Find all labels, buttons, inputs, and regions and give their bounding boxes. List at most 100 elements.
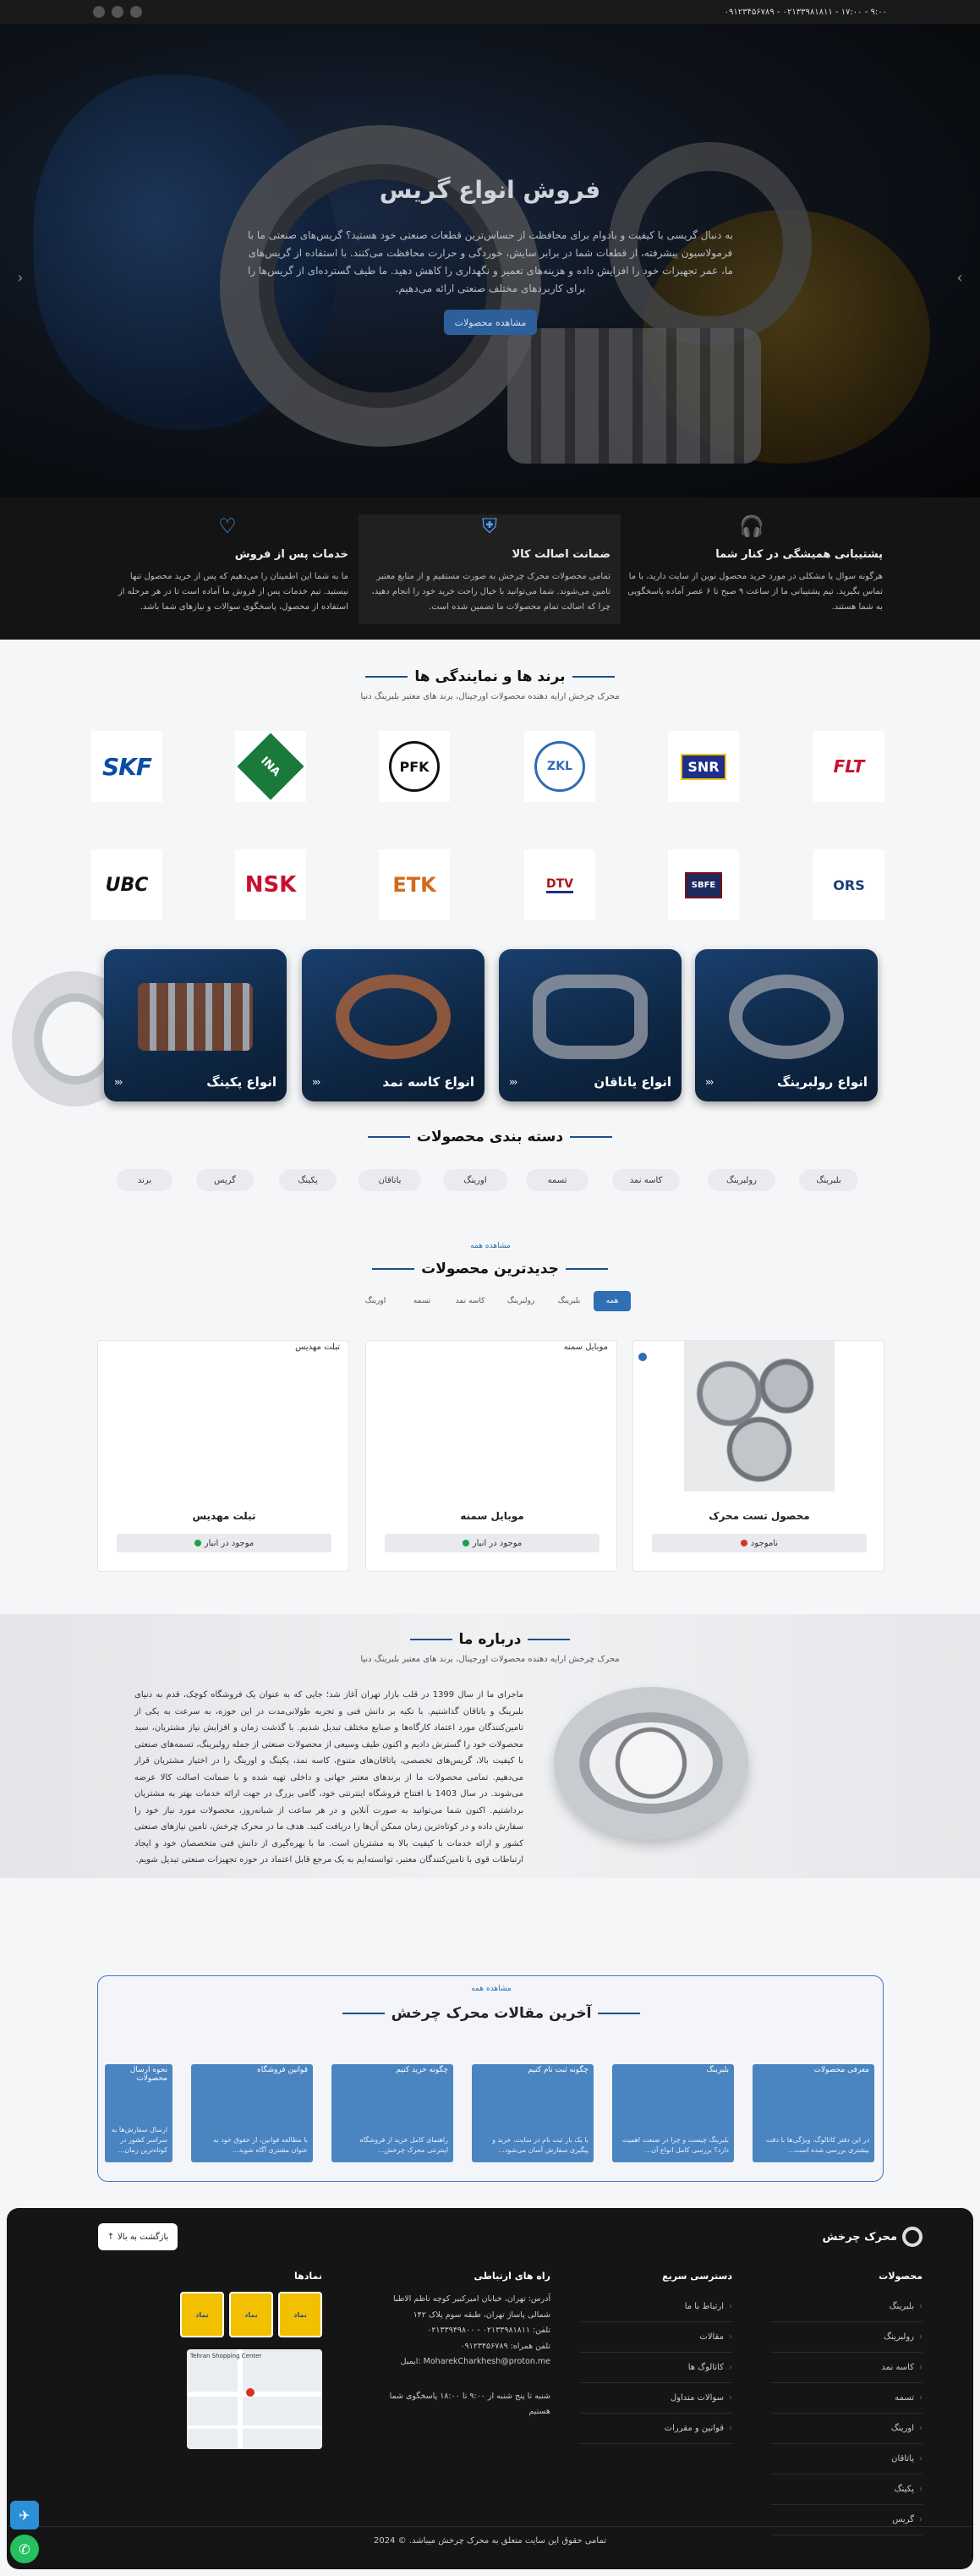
feature-after-sales: ♡ خدمات پس از فروش ما به شما این اطمینان… — [96, 514, 359, 624]
see-all-link[interactable]: مشاهده همه — [457, 1242, 524, 1250]
category-card-label: انواع رولبرینگ — [777, 1074, 868, 1090]
article-card[interactable]: قوانین فروشگاه با مطالعه قوانین، از حقوق … — [191, 2064, 313, 2162]
footer-link[interactable]: کاسه نمد — [770, 2353, 923, 2383]
footer-link[interactable]: تسمه — [770, 2383, 923, 2414]
category-card-oil-seal[interactable]: انواع کاسه نمد ‹‹‹ — [302, 949, 485, 1101]
tab-roller-bearing[interactable]: رولبرینگ — [497, 1291, 545, 1311]
category-card-label: انواع پکینگ — [206, 1074, 276, 1090]
category-pill[interactable]: تسمه — [526, 1169, 589, 1191]
footer-link[interactable]: مقالات — [580, 2322, 732, 2353]
telegram-icon[interactable] — [112, 6, 123, 18]
whatsapp-icon[interactable]: ✆ — [10, 2535, 39, 2563]
footer-link[interactable]: بلبرینگ — [770, 2292, 923, 2322]
footer-link[interactable]: یاتاقان — [770, 2444, 923, 2474]
article-card[interactable]: بلبرینگ بلبرینگ چیست و چرا در صنعت اهمیت … — [612, 2064, 734, 2162]
chevrons-icon: ‹‹‹ — [509, 1076, 518, 1088]
article-card[interactable]: نحوه ارسال محصولات ارسال سفارش‌ها به سراس… — [105, 2064, 172, 2162]
telegram-icon[interactable]: ✈ — [10, 2501, 39, 2529]
chevrons-icon: ‹‹‹ — [312, 1076, 321, 1088]
product-name[interactable]: محصول تست محرک — [633, 1510, 885, 1522]
whatsapp-icon[interactable] — [93, 6, 105, 18]
category-pills: بلبرینگ رولبرینگ کاسه نمد تسمه اورینگ یا… — [0, 1169, 980, 1193]
category-pill[interactable]: یاتاقان — [359, 1169, 421, 1191]
tab-belt[interactable]: تسمه — [401, 1291, 443, 1311]
footer-col-title: دسترسی سریع — [662, 2271, 732, 2282]
category-card-packing[interactable]: انواع پکینگ ‹‹‹ — [104, 949, 287, 1101]
see-all-link[interactable]: مشاهده همه — [457, 1985, 525, 1993]
category-pill[interactable]: گریس — [196, 1169, 254, 1191]
footer-link[interactable]: پکینگ — [770, 2474, 923, 2505]
email-text[interactable]: ایمیل: MoharekCharkhesh@proton.me — [377, 2354, 550, 2370]
brand-logo[interactable]: INA — [235, 731, 306, 802]
footer-col-title: راه های ارتباطی — [474, 2271, 550, 2282]
footer-link[interactable]: رولبرینگ — [770, 2322, 923, 2353]
stock-status: موجود در انبار — [385, 1534, 599, 1552]
trust-badge[interactable]: نماد — [278, 2292, 322, 2337]
hero-cta-button[interactable]: مشاهده محصولات — [444, 310, 537, 335]
footer-link[interactable]: گریس — [770, 2505, 923, 2535]
brand-logo[interactable]: ORS — [813, 849, 884, 920]
footer-badges: نمادها نماد نماد نماد Tehran Shopping Ce… — [128, 2271, 322, 2449]
product-card[interactable]: موبایل سمنه موبایل سمنه موجود در انبار — [365, 1340, 617, 1572]
feature-text: تمامی محصولات محرک چرخش به صورت مستقیم و… — [371, 572, 610, 612]
footer-logo[interactable]: محرک چرخش — [822, 2227, 923, 2247]
brand-logo[interactable]: SNR — [668, 731, 739, 802]
hero-title: فروش انواع گریس — [379, 176, 601, 204]
category-card-roller-bearing[interactable]: انواع رولبرینگ ‹‹‹ — [695, 949, 878, 1101]
feature-text: هرگونه سوال یا مشکلی در مورد خرید محصول … — [627, 572, 883, 612]
footer-link[interactable]: سوالات متداول — [580, 2383, 732, 2414]
brand-logo[interactable]: ETK — [379, 849, 450, 920]
footer-products: محصولات بلبرینگ رولبرینگ کاسه نمد تسمه ا… — [770, 2271, 923, 2535]
info-icon[interactable] — [638, 1353, 647, 1361]
slider-prev-icon[interactable]: ‹ — [12, 269, 29, 287]
footer-link[interactable]: ارتباط با ما — [580, 2292, 732, 2322]
product-card[interactable]: محصول تست محرک ناموجود — [632, 1340, 884, 1572]
shield-icon: ⛨ — [482, 514, 497, 538]
trust-badge[interactable]: نماد — [229, 2292, 273, 2337]
brand-logo[interactable]: PFK — [379, 731, 450, 802]
article-card[interactable]: معرفی محصولات در این دفتر کاتالوگ، ویژگی‌… — [753, 2064, 874, 2162]
product-card[interactable]: تبلت مهدیس تبلت مهدیس موجود در انبار — [97, 1340, 349, 1572]
article-card[interactable]: چگونه خرید کنیم راهنمای کامل خرید از فروش… — [331, 2064, 453, 2162]
instagram-icon[interactable] — [130, 6, 142, 18]
category-pill[interactable]: اورینگ — [443, 1169, 507, 1191]
brand-logo[interactable]: SBFE — [668, 849, 739, 920]
about-section: درباره ما محرک چرخش ارایه دهنده محصولات … — [0, 1614, 980, 1878]
brand-logo[interactable]: ZKL — [524, 731, 595, 802]
brand-logo[interactable]: NSK — [235, 849, 306, 920]
tab-oring[interactable]: اورینگ — [353, 1291, 397, 1311]
product-name[interactable]: موبایل سمنه — [366, 1510, 618, 1522]
category-pill[interactable]: کاسه نمد — [612, 1169, 680, 1191]
brand-logo[interactable]: UBC — [91, 849, 162, 920]
topbar-phones[interactable]: ۰۹۱۲۳۴۵۶۷۸۹ - ۰۲۱۳۳۹۸۱۸۱۱ - ۱۷:۰۰ - ۹:۰۰ — [725, 8, 887, 17]
category-pill[interactable]: رولبرینگ — [708, 1169, 775, 1191]
articles-title: آخرین مقالات محرک چرخش — [98, 2005, 884, 2022]
tab-oil-seal[interactable]: کاسه نمد — [446, 1291, 494, 1311]
mobile-text[interactable]: تلفن همراه: ۰۹۱۲۳۴۵۶۷۸۹ — [377, 2339, 550, 2355]
footer-link[interactable]: قوانین و مقررات — [580, 2414, 732, 2444]
feature-text: ما به شما این اطمینان را می‌دهیم که پس ا… — [118, 572, 348, 612]
feature-support: 🎧 پشتیبانی همیشگی در کنار شما هرگونه سوا… — [621, 514, 883, 624]
footer-link[interactable]: کاتالوگ ها — [580, 2353, 732, 2383]
product-name[interactable]: تبلت مهدیس — [98, 1510, 350, 1522]
phone-text[interactable]: تلفن: ۰۲۱۳۳۹۸۱۸۱۱ - ۰۲۱۳۳۹۴۹۸۰۰ — [377, 2323, 550, 2339]
tab-all[interactable]: همه — [594, 1291, 631, 1311]
trust-badge[interactable]: نماد — [180, 2292, 224, 2337]
category-card-bearing-housing[interactable]: انواع یاتاقان ‹‹‹ — [499, 949, 682, 1101]
footer-link[interactable]: اورینگ — [770, 2414, 923, 2444]
location-map[interactable]: Tehran Shopping Center — [187, 2349, 322, 2449]
brands-row-2: ORS SBFE DTV ETK NSK UBC — [0, 849, 980, 920]
article-card[interactable]: چگونه ثبت نام کنیم با یک بار ثبت نام در س… — [472, 2064, 594, 2162]
tab-ball-bearing[interactable]: بلبرینگ — [548, 1291, 590, 1311]
category-pill[interactable]: بلبرینگ — [799, 1169, 858, 1191]
article-excerpt: راهنمای کامل خرید از فروشگاه اینترنتی مح… — [359, 2136, 448, 2154]
brand-logo[interactable]: DTV — [524, 849, 595, 920]
hero-text: به دنبال گریسی با کیفیت و بادوام برای مح… — [248, 229, 733, 294]
feature-title: پشتیبانی همیشگی در کنار شما — [715, 548, 883, 561]
slider-next-icon[interactable]: › — [951, 269, 968, 287]
brand-logo[interactable]: SKF — [91, 731, 162, 802]
brand-logo[interactable]: FLT — [813, 731, 884, 802]
back-to-top-button[interactable]: بازگشت به بالا ↑ — [98, 2223, 178, 2250]
category-pill[interactable]: پکینگ — [279, 1169, 337, 1191]
category-pill[interactable]: برند — [117, 1169, 172, 1191]
